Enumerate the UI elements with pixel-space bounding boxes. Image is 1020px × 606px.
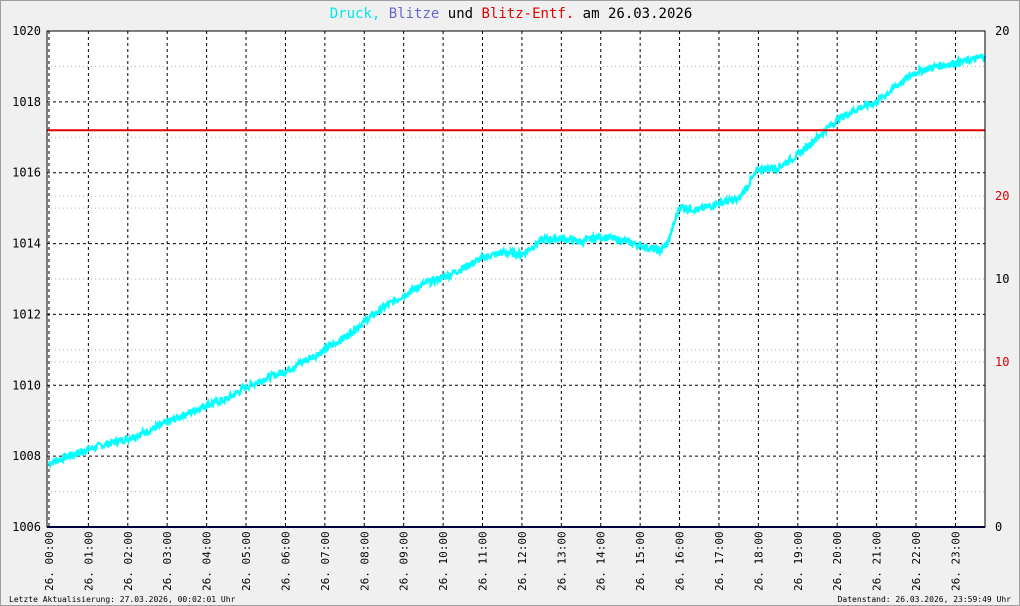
y-left-tick-label: 1016 — [12, 166, 41, 180]
x-tick-label: 26. 09:00 — [398, 531, 411, 591]
x-tick-label: 26. 10:00 — [437, 531, 450, 591]
title-druck: Druck, — [329, 6, 381, 22]
y-right-red-tick-label: 10 — [995, 355, 1009, 369]
data-timestamp-text: Datenstand: 26.03.2026, 23:59:49 Uhr — [837, 595, 1011, 604]
x-tick-label: 26. 21:00 — [871, 531, 884, 591]
x-tick-label: 26. 20:00 — [831, 531, 844, 591]
y-right-tick-label: 0 — [995, 520, 1002, 534]
x-tick-label: 26. 04:00 — [201, 531, 214, 591]
x-tick-label: 26. 15:00 — [634, 531, 647, 591]
x-tick-label: 26. 19:00 — [792, 531, 805, 591]
x-tick-label: 26. 12:00 — [516, 531, 529, 591]
y-left-tick-label: 1012 — [12, 307, 41, 321]
x-tick-label: 26. 18:00 — [752, 531, 765, 591]
y-left-tick-label: 1008 — [12, 449, 41, 463]
last-update-text: Letzte Aktualisierung: 27.03.2026, 00:02… — [9, 595, 236, 604]
x-tick-label: 26. 08:00 — [358, 531, 371, 591]
y-left-tick-label: 1006 — [12, 520, 41, 534]
x-tick-label: 26. 00:00 — [43, 531, 56, 591]
title-und: und — [447, 6, 474, 22]
title-blitze: Blitze — [388, 6, 440, 22]
x-tick-label: 26. 05:00 — [240, 531, 253, 591]
x-tick-label: 26. 07:00 — [319, 531, 332, 591]
x-tick-label: 26. 01:00 — [82, 531, 95, 591]
x-tick-label: 26. 02:00 — [122, 531, 135, 591]
y-right-red-tick-label: 20 — [995, 189, 1009, 203]
y-right-tick-label: 20 — [995, 24, 1009, 38]
y-left-tick-label: 1014 — [12, 237, 41, 251]
x-tick-label: 26. 22:00 — [910, 531, 923, 591]
x-tick-label: 26. 06:00 — [279, 531, 292, 591]
x-tick-label: 26. 17:00 — [713, 531, 726, 591]
x-tick-label: 26. 11:00 — [477, 531, 490, 591]
x-tick-label: 26. 03:00 — [161, 531, 174, 591]
x-tick-label: 26. 14:00 — [595, 531, 608, 591]
chart-frame: 1006 1008 1010 1012 1014 1016 1018 1020 0 10 20 10 2… — [0, 0, 1020, 606]
y-left-tick-label: 1018 — [12, 95, 41, 109]
title-blitz-entf: Blitz-Entf. — [481, 6, 575, 22]
y-left-tick-label: 1010 — [12, 378, 41, 392]
chart-svg: 1006100810101012101410161018102001020102… — [12, 24, 1009, 591]
x-tick-label: 26. 16:00 — [674, 531, 687, 591]
y-left-tick-label: 1020 — [12, 24, 41, 38]
chart-title: Druck, Blitze und Blitz-Entf. am 26.03.2… — [1, 6, 1020, 22]
title-date: am 26.03.2026 — [582, 6, 693, 22]
y-right-tick-label: 10 — [995, 272, 1009, 286]
x-tick-label: 26. 23:00 — [949, 531, 962, 591]
x-tick-label: 26. 13:00 — [555, 531, 568, 591]
